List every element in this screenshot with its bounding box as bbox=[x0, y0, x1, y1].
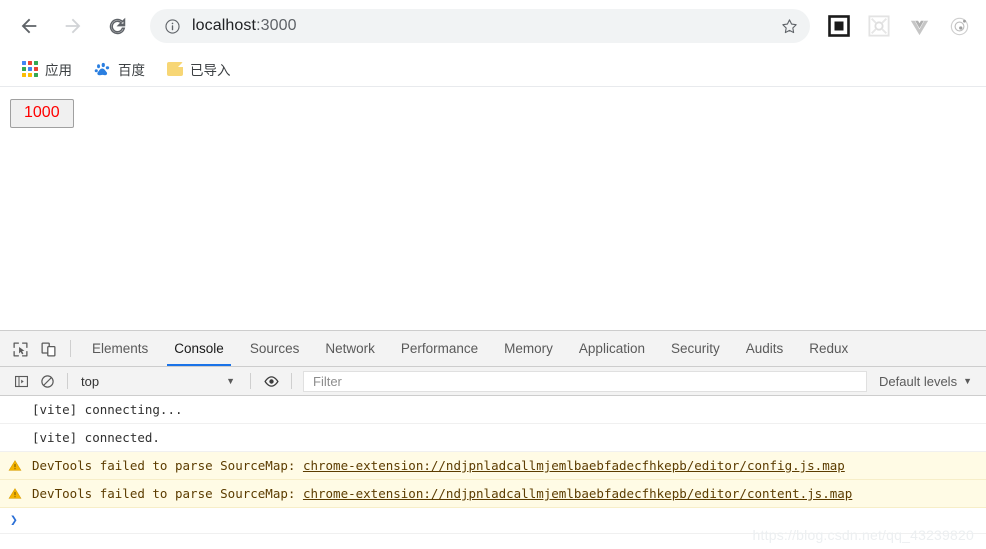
console-warning-row[interactable]: DevTools failed to parse SourceMap: chro… bbox=[0, 452, 986, 480]
sourcemap-link[interactable]: chrome-extension://ndjpnladcallmjemlbaeb… bbox=[303, 486, 852, 501]
console-warning-row[interactable]: DevTools failed to parse SourceMap: chro… bbox=[0, 480, 986, 508]
bookmark-apps[interactable]: 应用 bbox=[14, 56, 80, 82]
tab-console[interactable]: Console bbox=[161, 331, 237, 366]
back-arrow-icon bbox=[21, 18, 37, 34]
sourcemap-link[interactable]: chrome-extension://ndjpnladcallmjemlbaeb… bbox=[303, 458, 845, 473]
console-message-text: DevTools failed to parse SourceMap: chro… bbox=[32, 486, 852, 501]
console-context-selector[interactable]: top ▼ bbox=[75, 374, 243, 389]
tab-audits[interactable]: Audits bbox=[733, 331, 797, 366]
pattern-icon bbox=[868, 15, 890, 37]
page-viewport: 1000 bbox=[0, 87, 986, 319]
star-icon bbox=[781, 18, 797, 33]
console-filter-input[interactable]: Filter bbox=[303, 370, 868, 392]
back-button[interactable] bbox=[14, 11, 44, 41]
message-gutter bbox=[8, 487, 32, 500]
warning-message-label: DevTools failed to parse SourceMap: bbox=[32, 458, 303, 473]
prompt-chevron-icon: ❯ bbox=[10, 513, 18, 528]
console-sidebar-button[interactable] bbox=[8, 368, 34, 394]
console-message-text: [vite] connected. bbox=[32, 430, 160, 445]
vue-devtools-icon[interactable] bbox=[904, 11, 934, 41]
tab-sources[interactable]: Sources bbox=[237, 331, 313, 366]
bookmark-imported-label: 已导入 bbox=[190, 63, 231, 78]
message-gutter bbox=[8, 459, 32, 472]
show-console-sidebar-icon bbox=[14, 375, 28, 387]
console-log-levels-value: Default levels bbox=[879, 373, 958, 389]
forward-arrow-icon bbox=[65, 18, 81, 34]
url-host: localhost bbox=[192, 17, 257, 34]
url-port: :3000 bbox=[256, 17, 297, 34]
live-expression-button[interactable] bbox=[258, 368, 284, 394]
console-toolbar-divider-3 bbox=[291, 373, 292, 389]
tab-application[interactable]: Application bbox=[566, 331, 658, 366]
counter-button[interactable]: 1000 bbox=[10, 99, 74, 129]
console-message-text: DevTools failed to parse SourceMap: chro… bbox=[32, 458, 845, 473]
console-toolbar-divider-1 bbox=[67, 373, 68, 389]
clear-console-button[interactable] bbox=[34, 368, 60, 394]
console-toolbar-divider-2 bbox=[250, 373, 251, 389]
info-circle-icon[interactable] bbox=[164, 18, 181, 35]
inspect-element-icon bbox=[12, 342, 28, 357]
device-toolbar-icon bbox=[40, 342, 56, 357]
bookmark-apps-label: 应用 bbox=[45, 63, 72, 78]
square-in-square-icon bbox=[828, 15, 850, 37]
warning-message-label: DevTools failed to parse SourceMap: bbox=[32, 486, 303, 501]
console-message-text: [vite] connecting... bbox=[32, 402, 183, 417]
apps-grid-icon bbox=[22, 61, 38, 77]
atom-orbit-icon bbox=[950, 17, 968, 35]
baidu-icon bbox=[94, 62, 110, 75]
folder-icon bbox=[167, 62, 183, 76]
warning-triangle-icon bbox=[8, 460, 22, 471]
extension-icons bbox=[814, 11, 974, 41]
console-log-levels-selector[interactable]: Default levels ▼ bbox=[867, 374, 986, 389]
warning-triangle-icon bbox=[8, 488, 22, 499]
bookmark-imported-folder[interactable]: 已导入 bbox=[159, 56, 239, 82]
forward-button[interactable] bbox=[58, 11, 88, 41]
clear-console-icon bbox=[40, 374, 54, 388]
chevron-down-icon: ▼ bbox=[226, 375, 235, 386]
inspect-element-button[interactable] bbox=[6, 333, 34, 366]
bookmark-button[interactable] bbox=[776, 13, 802, 39]
vue-logo-icon bbox=[910, 20, 928, 35]
tab-elements[interactable]: Elements bbox=[79, 331, 161, 366]
navigation-bar: localhost:3000 bbox=[0, 0, 986, 52]
tab-security[interactable]: Security bbox=[658, 331, 733, 366]
bookmark-baidu[interactable]: 百度 bbox=[86, 56, 153, 82]
devtools-panel: Elements Console Sources Network Perform… bbox=[0, 330, 986, 549]
toolbar-divider bbox=[70, 340, 71, 357]
browser-chrome: localhost:3000 应用 百度 已导入 bbox=[0, 0, 986, 87]
address-bar[interactable]: localhost:3000 bbox=[150, 9, 810, 43]
browser-window: localhost:3000 应用 百度 已导入 1000 Elements C… bbox=[0, 0, 986, 549]
address-bar-url: localhost:3000 bbox=[192, 17, 297, 35]
live-expression-eye-icon bbox=[263, 375, 279, 387]
console-prompt-row[interactable]: ❯ bbox=[0, 508, 986, 534]
device-toolbar-button[interactable] bbox=[34, 333, 62, 366]
tab-redux[interactable]: Redux bbox=[796, 331, 861, 366]
react-devtools-icon[interactable] bbox=[944, 11, 974, 41]
bookmark-baidu-label: 百度 bbox=[118, 63, 145, 78]
console-message-row[interactable]: [vite] connected. bbox=[0, 424, 986, 452]
tab-network[interactable]: Network bbox=[312, 331, 388, 366]
tab-performance[interactable]: Performance bbox=[388, 331, 491, 366]
console-toolbar: top ▼ Filter Default levels ▼ bbox=[0, 367, 986, 396]
tab-memory[interactable]: Memory bbox=[491, 331, 566, 366]
devtools-tabbar: Elements Console Sources Network Perform… bbox=[0, 331, 986, 367]
console-message-list[interactable]: [vite] connecting... [vite] connected. D… bbox=[0, 396, 986, 549]
chevron-down-icon-levels: ▼ bbox=[963, 375, 972, 386]
reload-icon bbox=[109, 17, 125, 34]
pattern-extension-icon[interactable] bbox=[864, 11, 894, 41]
bookmarks-bar: 应用 百度 已导入 bbox=[0, 52, 986, 87]
square-extension-icon[interactable] bbox=[824, 11, 854, 41]
reload-button[interactable] bbox=[102, 11, 132, 41]
console-message-row[interactable]: [vite] connecting... bbox=[0, 396, 986, 424]
console-context-value: top bbox=[81, 373, 100, 389]
